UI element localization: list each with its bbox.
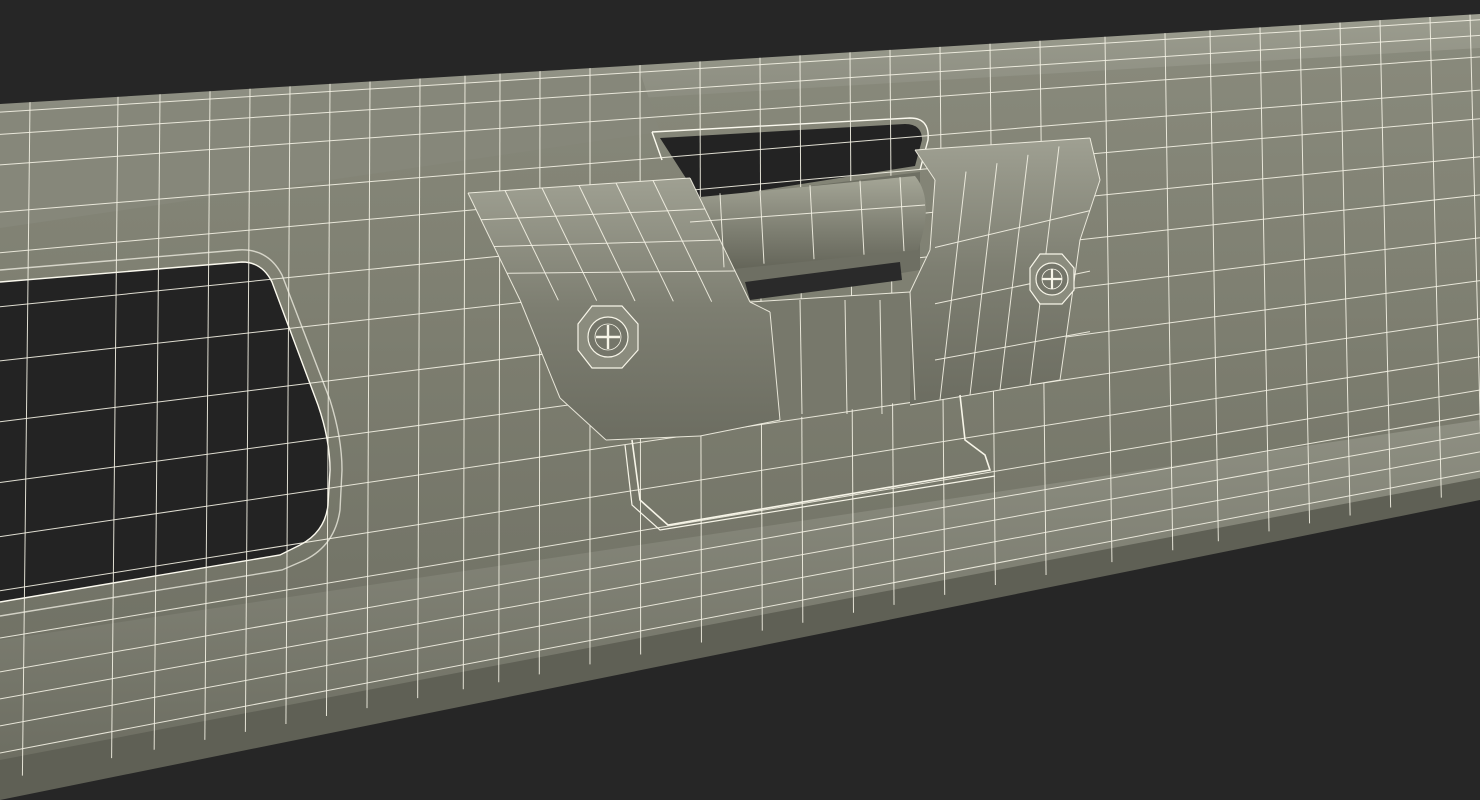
wire-cross-section bbox=[538, 71, 541, 675]
screw-left bbox=[577, 305, 639, 369]
screw-right bbox=[1029, 253, 1075, 305]
wireframe-render bbox=[0, 14, 1480, 800]
left-cutout bbox=[0, 262, 330, 602]
